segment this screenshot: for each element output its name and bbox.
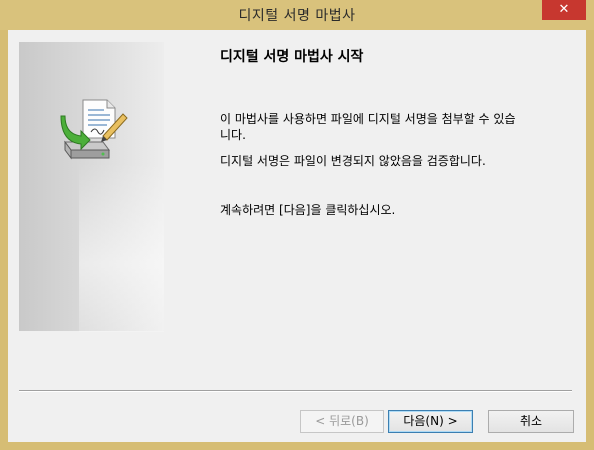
wizard-window: 디지털 서명 마법사 ✕ 디지털 서명 마법사 시작 이 마법사를 사용하면 파… bbox=[0, 0, 594, 450]
close-button[interactable]: ✕ bbox=[542, 0, 586, 20]
back-button[interactable]: < 뒤로(B) bbox=[300, 410, 384, 433]
next-button[interactable]: 다음(N) > bbox=[388, 410, 473, 433]
continue-instruction-text: 계속하려면 [다음]을 클릭하십시오. bbox=[220, 203, 396, 217]
button-divider bbox=[19, 390, 572, 392]
side-panel-highlight bbox=[79, 162, 164, 332]
cancel-button[interactable]: 취소 bbox=[488, 410, 574, 433]
wizard-client-area: 디지털 서명 마법사 시작 이 마법사를 사용하면 파일에 디지털 서명을 첨부… bbox=[8, 30, 586, 442]
wizard-side-panel bbox=[19, 42, 164, 332]
verification-text: 디지털 서명은 파일이 변경되지 않았음을 검증합니다. bbox=[220, 154, 486, 168]
intro-text: 이 마법사를 사용하면 파일에 디지털 서명을 첨부할 수 있습니다. bbox=[220, 112, 516, 142]
wizard-heading: 디지털 서명 마법사 시작 bbox=[220, 49, 364, 65]
title-bar[interactable]: 디지털 서명 마법사 ✕ bbox=[0, 0, 594, 30]
window-title: 디지털 서명 마법사 bbox=[238, 8, 356, 24]
close-icon: ✕ bbox=[558, 2, 570, 17]
signature-wizard-icon bbox=[60, 99, 128, 160]
